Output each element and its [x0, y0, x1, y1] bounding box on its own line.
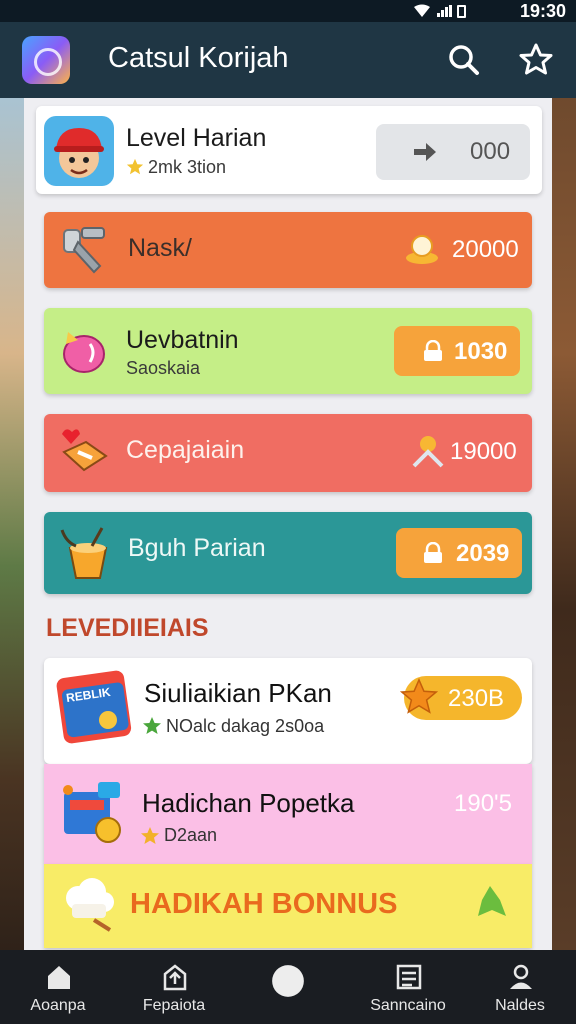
background-right [552, 98, 576, 950]
daily-level-button[interactable]: 000 [376, 124, 530, 180]
app-header: Catsul Korijah [0, 22, 576, 98]
nav-item-center[interactable] [238, 950, 338, 1024]
chef-hat-icon [66, 878, 114, 932]
player-avatar-icon [44, 116, 114, 186]
quest-card-bguh-parian[interactable]: Bguh Parian 2039 [44, 512, 532, 594]
nav-item-fepaiota[interactable]: Fepaiota [124, 950, 224, 1024]
app-logo-icon[interactable] [22, 36, 70, 84]
gift-shop-icon [63, 782, 121, 843]
card-title: Uevbatnin [126, 326, 239, 354]
wifi-icon [414, 4, 430, 17]
reward-value: 19000 [450, 438, 517, 465]
main-panel: Level Harian 2mk 3tion 000 Nask/ 20000 U… [24, 98, 552, 950]
card-subtitle: Saoskaia [126, 358, 201, 378]
bonus-marker-icon [478, 886, 506, 916]
status-bar: 19:30 [0, 0, 576, 22]
section-title: LEVEDIIEIAIS [46, 614, 209, 642]
circle-icon [272, 965, 304, 997]
level-title: Hadichan Popetka [142, 788, 355, 818]
app-title: Catsul Korijah [108, 42, 289, 74]
star-icon[interactable] [516, 40, 556, 80]
search-icon[interactable] [444, 40, 484, 80]
quest-card-uevbatnin[interactable]: Uevbatnin Saoskaia 1030 [44, 308, 532, 394]
quest-button-uevbatnin[interactable]: 1030 [394, 326, 520, 376]
card-title: Nask/ [128, 234, 192, 262]
list-icon [396, 964, 422, 990]
upload-icon [163, 964, 187, 991]
card-title: Cepajaiain [126, 436, 245, 464]
lock-icon [424, 340, 442, 361]
nav-label: Naldes [495, 997, 545, 1014]
star-icon [141, 827, 159, 844]
quest-card-nask[interactable]: Nask/ 20000 [44, 212, 532, 288]
home-icon [48, 966, 70, 989]
star-icon [126, 158, 144, 175]
arrow-right-icon [414, 143, 436, 161]
quest-button-bguh-parian[interactable]: 2039 [396, 528, 522, 578]
bottom-navigation: Aoanpa Fepaiota Sanncaino Naldes [0, 950, 576, 1024]
star-icon [400, 678, 438, 714]
daily-level-card[interactable]: Level Harian 2mk 3tion 000 [36, 106, 542, 194]
user-icon [510, 964, 532, 989]
reward-value: 20000 [452, 236, 519, 263]
bonus-card[interactable]: HADIKAH BONNUS [44, 864, 532, 948]
bucket-icon [60, 527, 108, 579]
nav-label: Sanncaino [370, 997, 446, 1014]
ticket-badge-icon [56, 670, 132, 744]
level-reward-value: 230B [448, 685, 505, 712]
quest-value: 2039 [456, 540, 510, 567]
nav-item-naldes[interactable]: Naldes [470, 950, 570, 1024]
level-subtitle: D2aan [164, 825, 218, 845]
level-title: Siuliaikian PKan [144, 678, 332, 708]
gift-box-icon [62, 429, 108, 472]
candy-icon [63, 332, 105, 373]
reward-icon [406, 235, 438, 264]
nav-item-home[interactable]: Aoanpa [8, 950, 108, 1024]
daily-level-value: 000 [470, 138, 511, 165]
quest-value: 1030 [454, 338, 508, 365]
status-time: 19:30 [519, 1, 566, 21]
level-card-siuliaikian[interactable]: REBLIK Siuliaikian PKan NOalc dakag 2s0o… [44, 658, 532, 764]
faucet-icon [63, 227, 105, 274]
leaf-icon [143, 717, 161, 734]
background-left [0, 98, 24, 950]
level-card-hadichan[interactable]: Hadichan Popetka D2aan 190'5 [44, 764, 532, 864]
reward-icon [412, 436, 444, 468]
nav-item-sanncaino[interactable]: Sanncaino [358, 950, 458, 1024]
card-subtitle: 2mk 3tion [148, 157, 227, 177]
nav-label: Aoanpa [30, 997, 86, 1014]
battery-icon [457, 4, 466, 18]
bonus-title: HADIKAH BONNUS [130, 888, 398, 920]
signal-icon [437, 5, 452, 17]
level-subtitle: NOalc dakag 2s0oa [166, 716, 325, 736]
level-reward-button[interactable]: 230B [400, 676, 522, 720]
quest-card-cepajaiain[interactable]: Cepajaiain 19000 [44, 414, 532, 492]
nav-label: Fepaiota [142, 997, 206, 1014]
card-title: Bguh Parian [128, 534, 266, 562]
card-title: Level Harian [126, 124, 267, 152]
lock-icon [424, 542, 442, 563]
level-reward-value: 190'5 [454, 790, 512, 817]
